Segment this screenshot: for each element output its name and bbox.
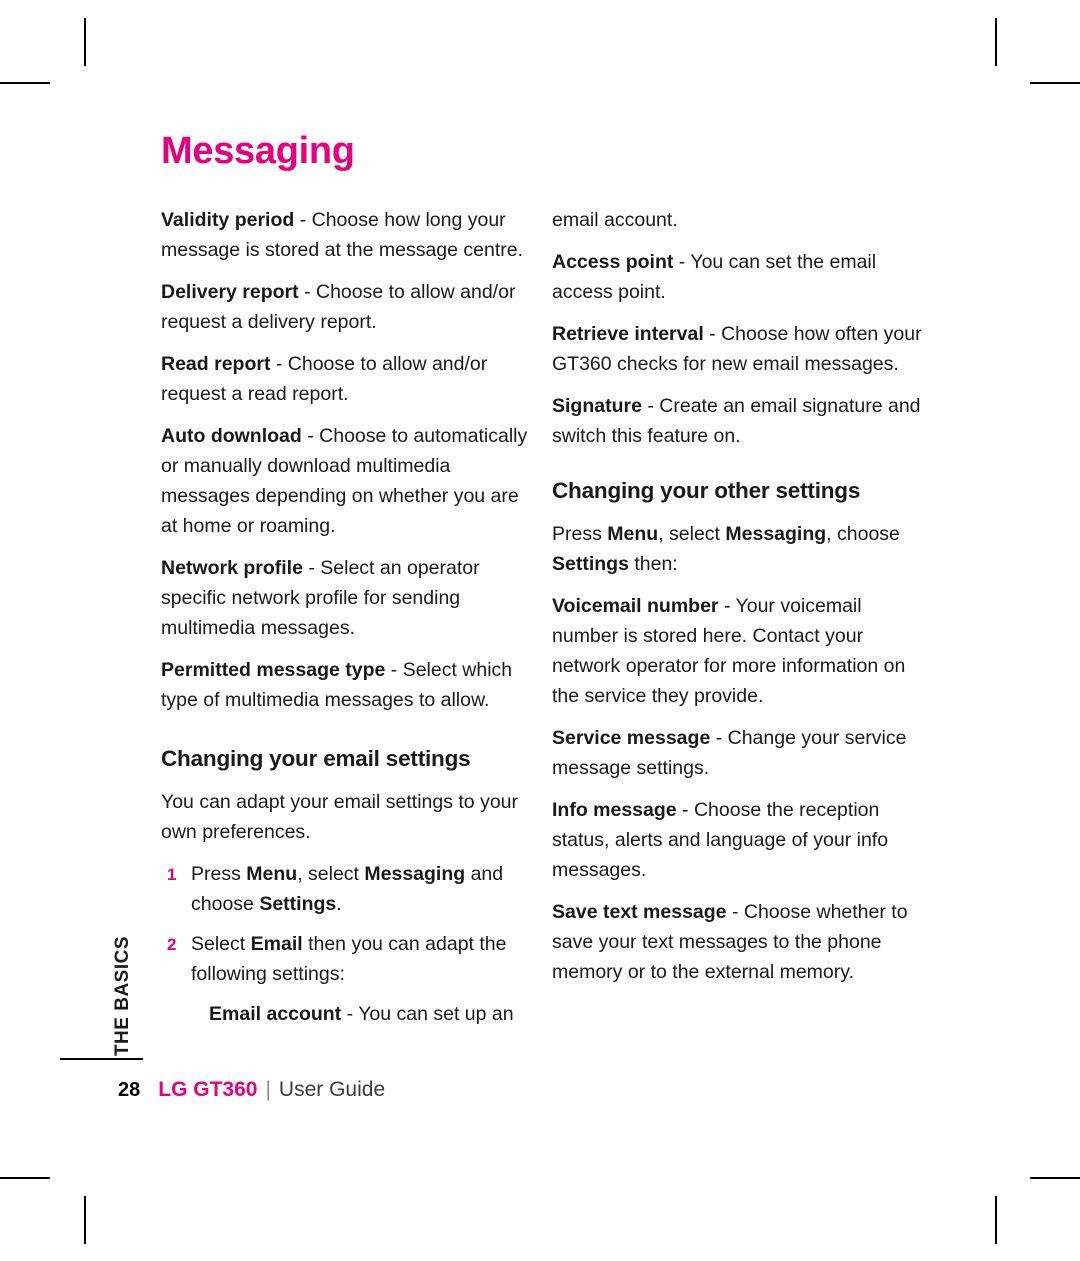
substep-email-account: Email account - You can set up an: [191, 999, 536, 1029]
step-text: Press Menu, select Messaging and choose …: [191, 863, 503, 915]
intro-bold-menu: Menu: [607, 523, 659, 545]
list-item: 2 Select Email then you can adapt the fo…: [161, 929, 536, 1029]
setting-term: Voicemail number: [552, 595, 719, 617]
setting-delivery-report: Delivery report - Choose to allow and/or…: [161, 277, 536, 337]
setting-access-point: Access point - You can set the email acc…: [552, 247, 927, 307]
setting-term: Validity period: [161, 209, 295, 231]
step-bold-email: Email: [250, 933, 303, 955]
continued-text: email account.: [552, 209, 678, 231]
manual-page: Messaging Validity period - Choose how l…: [0, 0, 1080, 1261]
setting-description: - You can set up an: [341, 1003, 514, 1025]
list-item: 1 Press Menu, select Messaging and choos…: [161, 859, 536, 919]
intro-text-pre: Press: [552, 523, 608, 545]
other-settings-intro: Press Menu, select Messaging, choose Set…: [552, 519, 927, 579]
intro-text-end: then:: [628, 553, 678, 575]
section-tab-label: THE BASICS: [112, 935, 133, 1057]
heading-changing-other-settings: Changing your other settings: [552, 478, 861, 503]
setting-term: Network profile: [161, 557, 303, 579]
setting-term: Delivery report: [161, 281, 299, 303]
left-column: Validity period - Choose how long your m…: [161, 205, 536, 1039]
intro-text-mid: , select: [658, 523, 726, 545]
step-number: 1: [167, 865, 177, 884]
setting-term: Save text message: [552, 901, 727, 923]
step-bold-menu: Menu: [246, 863, 298, 885]
intro-text-post: , choose: [826, 523, 900, 545]
step-text-pre: Press: [191, 863, 247, 885]
step-text: Select Email then you can adapt the foll…: [191, 933, 506, 985]
setting-term: Permitted message type: [161, 659, 386, 681]
setting-term: Auto download: [161, 425, 302, 447]
setting-term: Signature: [552, 395, 642, 417]
right-column: email account. Access point - You can se…: [552, 205, 927, 999]
step-text-end: .: [336, 893, 342, 915]
email-settings-intro: You can adapt your email settings to you…: [161, 791, 518, 843]
footer-separator: |: [265, 1078, 271, 1101]
intro-bold-messaging: Messaging: [725, 523, 827, 545]
setting-term: Retrieve interval: [552, 323, 704, 345]
setting-term: Access point: [552, 251, 674, 273]
section-tab: THE BASICS: [60, 930, 143, 1080]
footer-brand: LG GT360: [158, 1078, 258, 1101]
step-bold-settings: Settings: [259, 893, 337, 915]
setting-auto-download: Auto download - Choose to automatically …: [161, 421, 536, 541]
heading-changing-email-settings: Changing your email settings: [161, 746, 471, 771]
page-number: 28: [118, 1079, 141, 1101]
step-text-mid: , select: [297, 863, 365, 885]
section-tab-rule: [60, 1058, 143, 1060]
page-title: Messaging: [161, 130, 355, 172]
setting-signature: Signature - Create an email signature an…: [552, 391, 927, 451]
page-footer: 28 LG GT360 | User Guide: [118, 1078, 385, 1102]
setting-term: Read report: [161, 353, 271, 375]
setting-term: Service message: [552, 727, 711, 749]
setting-permitted-message-type: Permitted message type - Select which ty…: [161, 655, 536, 715]
intro-bold-settings: Settings: [552, 553, 629, 575]
setting-network-profile: Network profile - Select an operator spe…: [161, 553, 536, 643]
setting-validity-period: Validity period - Choose how long your m…: [161, 205, 536, 265]
email-settings-steps: 1 Press Menu, select Messaging and choos…: [161, 859, 536, 1029]
setting-term: Info message: [552, 799, 677, 821]
footer-guide-label: User Guide: [278, 1078, 386, 1101]
step-bold-messaging: Messaging: [364, 863, 466, 885]
setting-read-report: Read report - Choose to allow and/or req…: [161, 349, 536, 409]
setting-term: Email account: [209, 1003, 342, 1025]
step-text-pre: Select: [191, 933, 251, 955]
setting-save-text-message: Save text message - Choose whether to sa…: [552, 897, 927, 987]
setting-service-message: Service message - Change your service me…: [552, 723, 927, 783]
step-number: 2: [167, 935, 177, 954]
setting-retrieve-interval: Retrieve interval - Choose how often you…: [552, 319, 927, 379]
setting-info-message: Info message - Choose the reception stat…: [552, 795, 927, 885]
setting-voicemail-number: Voicemail number - Your voicemail number…: [552, 591, 927, 711]
